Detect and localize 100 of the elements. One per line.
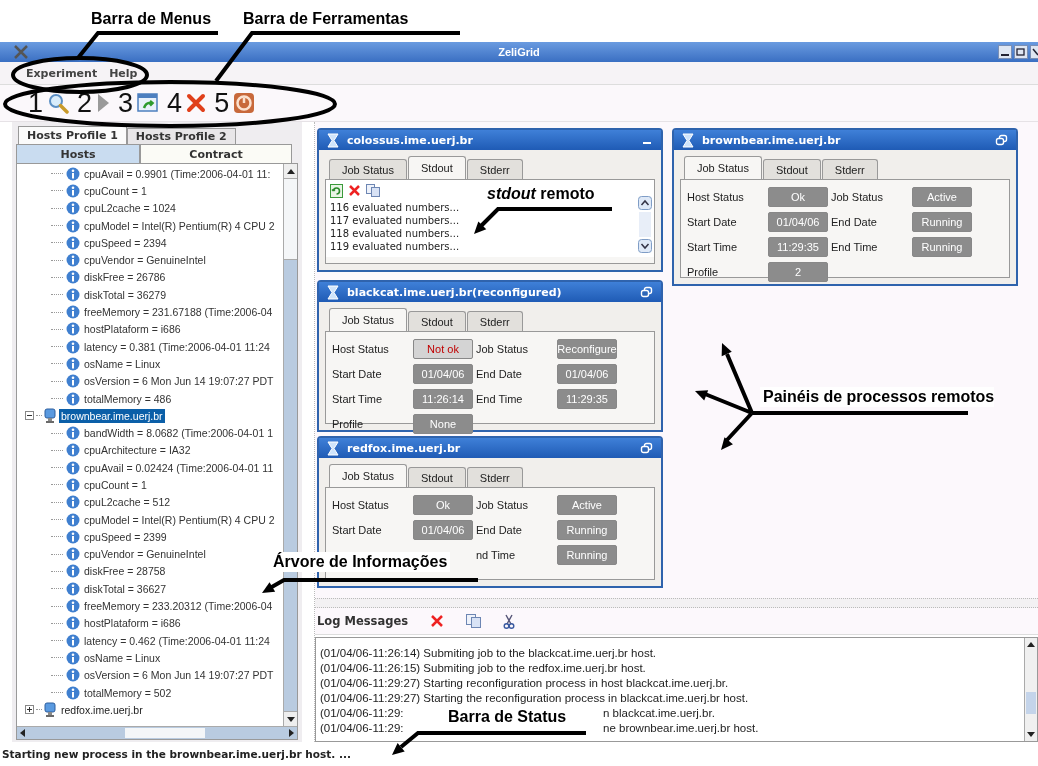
horizontal-scrollbar[interactable] — [17, 726, 297, 739]
status-value-field: 01/04/06 — [768, 212, 828, 232]
scroll-right-icon[interactable] — [289, 729, 294, 737]
tree-item[interactable]: hostPlataform = i686 — [84, 617, 181, 630]
panel-tab[interactable]: Stdout — [763, 159, 821, 179]
profile-tab[interactable]: Hosts Profile 2 — [126, 128, 236, 144]
tree-item[interactable]: totalMemory = 502 — [84, 686, 172, 699]
tree-host-item[interactable]: redfox.ime.uerj.br — [59, 702, 145, 717]
panel-tab[interactable]: Stdout — [408, 311, 466, 331]
scroll-down-icon[interactable] — [638, 239, 652, 253]
copy-icon[interactable] — [466, 614, 482, 628]
tree-item[interactable]: cpuVendor = GenuineIntel — [84, 254, 206, 267]
tree-item[interactable]: hostPlataform = i686 — [84, 323, 181, 336]
tree-item[interactable]: cpuVendor = GenuineIntel — [84, 548, 206, 561]
power-icon[interactable] — [233, 92, 256, 114]
status-value-field: Running — [557, 520, 617, 540]
vertical-scrollbar[interactable] — [1024, 638, 1037, 741]
tree-item[interactable]: osVersion = 6 Mon Jun 14 19:07:27 PDT — [84, 375, 274, 388]
tree-item[interactable]: bandWidth = 8.0682 (Time:2006-04-01 1 — [84, 427, 274, 440]
panel-title: blackcat.ime.uerj.br(reconfigured) — [347, 285, 562, 299]
status-value-field: Ok — [768, 187, 828, 207]
tree-item[interactable]: cpuL2cache = 1024 — [84, 202, 176, 215]
panel-tab[interactable]: Job Status — [329, 159, 407, 179]
toolbar-number: 4 — [167, 89, 183, 117]
panel-tab[interactable]: Stdout — [408, 467, 466, 487]
tree-item[interactable]: cpuSpeed = 2394 — [84, 236, 167, 249]
view-tab[interactable]: Contract — [140, 144, 292, 163]
info-icon — [66, 564, 80, 579]
clear-icon[interactable] — [348, 184, 361, 197]
scroll-down-icon[interactable] — [286, 716, 295, 722]
menu-item[interactable]: Help — [103, 66, 144, 80]
hourglass-icon — [682, 132, 694, 148]
panel-tab[interactable]: Job Status — [329, 464, 407, 487]
tree-item[interactable]: cpuSpeed = 2399 — [84, 530, 167, 543]
tree-item[interactable]: diskFree = 26786 — [84, 271, 166, 284]
tree-item[interactable]: diskFree = 28758 — [84, 565, 166, 578]
play-icon[interactable] — [96, 92, 111, 114]
tree-item[interactable]: cpuModel = Intel(R) Pentium(R) 4 CPU 2 — [84, 219, 275, 232]
tree-item[interactable]: freeMemory = 231.67188 (Time:2006-04 — [84, 306, 273, 318]
window-arrows-icon[interactable] — [137, 92, 160, 114]
tree-item[interactable]: cpuL2cache = 512 — [84, 496, 171, 509]
panel-tab[interactable]: Stderr — [821, 159, 878, 179]
tree-item[interactable]: latency = 0.462 (Time:2006-04-01 11:24 — [84, 634, 270, 647]
tree-item[interactable]: osVersion = 6 Mon Jun 14 19:07:27 PDT — [84, 669, 274, 682]
field-label: End Date — [831, 216, 878, 228]
info-icon — [66, 183, 80, 198]
panel-tab[interactable]: Job Status — [684, 156, 762, 179]
maximize-icon[interactable] — [1014, 45, 1028, 59]
field-label: Start Time — [332, 393, 384, 405]
copy-icon[interactable] — [366, 184, 380, 197]
tree-item[interactable]: cpuModel = Intel(R) Pentium(R) 4 CPU 2 — [84, 513, 275, 526]
view-tab[interactable]: Hosts — [16, 144, 140, 163]
scrollbar-thumb[interactable] — [284, 179, 297, 260]
scroll-left-icon[interactable] — [20, 729, 25, 737]
panel-tab[interactable]: Stderr — [466, 467, 523, 487]
restore-icon[interactable] — [640, 286, 653, 298]
scroll-up-icon[interactable] — [286, 168, 295, 174]
tree-item[interactable]: totalMemory = 486 — [84, 392, 172, 405]
restore-icon[interactable] — [640, 442, 653, 454]
tree-item[interactable]: diskTotal = 36279 — [84, 288, 167, 301]
refresh-icon[interactable] — [330, 184, 343, 198]
status-value-field: Active — [557, 495, 617, 515]
tree-toggle-icon[interactable] — [25, 705, 34, 715]
menu-item[interactable]: Experiment — [20, 66, 104, 80]
tree-item[interactable]: diskTotal = 36627 — [84, 582, 167, 595]
panel-tab[interactable]: Job Status — [329, 308, 407, 331]
tree-item[interactable]: osName = Linux — [84, 651, 161, 664]
tree-host-item[interactable]: brownbear.ime.uerj.br — [59, 408, 165, 423]
search-icon[interactable] — [47, 92, 70, 114]
tree-toggle-icon[interactable] — [25, 411, 34, 421]
profile-tab[interactable]: Hosts Profile 1 — [18, 126, 127, 144]
scrollbar-thumb[interactable] — [1026, 692, 1036, 714]
panel-tab[interactable]: Stderr — [466, 311, 523, 331]
scissors-icon[interactable] — [503, 613, 516, 629]
field-label: Job Status — [476, 499, 529, 511]
callout-label: Painéis de processos remotos — [760, 387, 995, 407]
tree-item[interactable]: cpuAvail = 0.02424 (Time:2006-04-01 11 — [84, 461, 274, 474]
scroll-down-icon[interactable] — [1027, 732, 1035, 737]
close-icon[interactable] — [1030, 45, 1038, 59]
status-value-field: Running — [557, 545, 617, 565]
scroll-up-icon[interactable] — [638, 196, 652, 210]
tree-item[interactable]: cpuArchitecture = IA32 — [84, 444, 191, 457]
tree-item[interactable]: freeMemory = 233.20312 (Time:2006-04 — [84, 600, 273, 613]
minimize-icon[interactable] — [998, 45, 1012, 59]
tree-item[interactable]: osName = Linux — [84, 357, 161, 370]
panel-tab[interactable]: Stderr — [466, 159, 523, 179]
cancel-icon[interactable] — [186, 93, 207, 113]
tree-item[interactable]: latency = 0.381 (Time:2006-04-01 11:24 — [84, 340, 270, 353]
panel-tab[interactable]: Stdout — [408, 156, 466, 179]
tree-item[interactable]: cpuCount = 1 — [84, 479, 147, 491]
info-icon — [66, 339, 80, 354]
clear-icon[interactable] — [430, 614, 445, 628]
restore-icon[interactable] — [995, 134, 1008, 146]
tree-item[interactable]: cpuCount = 1 — [84, 184, 147, 197]
scroll-up-icon[interactable] — [1027, 642, 1035, 647]
log-message: n blackcat.ime.uerj.br. — [603, 707, 715, 721]
log-message: (01/04/06-11:29:27) Starting reconfiguration process in host blackcat.ime.uerj.br. — [320, 677, 729, 689]
status-value-field: Reconfigure — [557, 339, 617, 359]
scrollbar-thumb[interactable] — [125, 728, 205, 738]
tree-item[interactable]: cpuAvail = 0.9901 (Time:2006-04-01 11: — [84, 167, 271, 180]
